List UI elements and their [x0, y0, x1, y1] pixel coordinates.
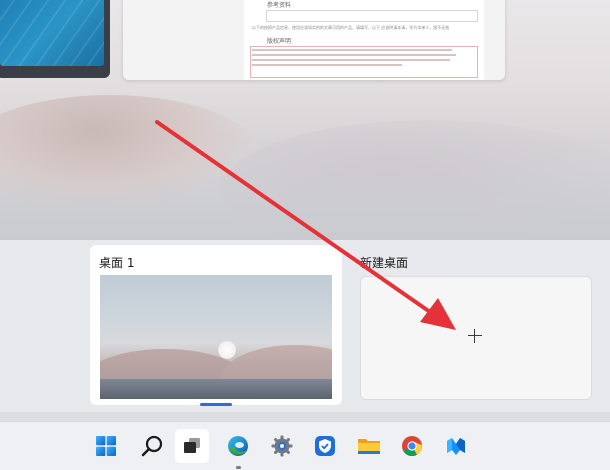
taskbar	[0, 421, 610, 470]
text-line	[252, 59, 450, 61]
start-button[interactable]	[89, 429, 123, 463]
shield-icon	[315, 436, 335, 456]
text-line	[252, 54, 456, 56]
settings-button[interactable]	[265, 429, 299, 463]
doc-paragraph	[252, 49, 456, 69]
app-button[interactable]	[439, 429, 473, 463]
virtual-desktops-bar: 桌面 1 新建桌面	[0, 240, 610, 412]
wallpaper-haze	[0, 170, 610, 240]
desktop-label: 新建桌面	[360, 256, 409, 270]
task-view-button[interactable]	[175, 429, 209, 463]
search-icon	[141, 435, 163, 457]
document-page: 参考资料 以下的按照产品信息，使用应该如实的的文章可用的产品，请填写，以下 应说…	[244, 0, 484, 80]
window-content	[0, 0, 104, 66]
edge-button[interactable]	[221, 429, 255, 469]
chrome-icon	[402, 436, 422, 457]
windows-start-icon	[96, 436, 116, 456]
text-line	[252, 49, 452, 51]
search-button[interactable]	[135, 429, 169, 463]
desktop-card-1[interactable]: 桌面 1	[90, 245, 342, 405]
task-view-icon	[184, 438, 200, 453]
app-logo-icon	[447, 438, 465, 455]
active-desktop-indicator	[200, 403, 232, 406]
new-desktop-card[interactable]: 新建桌面	[354, 245, 606, 405]
folder-icon	[358, 439, 380, 454]
security-button[interactable]	[308, 429, 342, 463]
wallpaper-water	[100, 379, 332, 399]
desktop-label: 桌面 1	[99, 256, 135, 270]
chrome-button[interactable]	[395, 429, 429, 463]
gear-icon	[271, 435, 293, 457]
text-line	[252, 64, 402, 66]
edge-icon	[228, 436, 248, 456]
window-thumbnail-document[interactable]: 参考资料 以下的按照产品信息，使用应该如实的的文章可用的产品，请填写，以下 应说…	[123, 0, 505, 80]
task-view-wallpaper: 参考资料 以下的按照产品信息，使用应该如实的的文章可用的产品，请填写，以下 应说…	[0, 0, 610, 240]
doc-input-box	[266, 10, 478, 22]
window-thumbnail-blue[interactable]	[0, 0, 110, 78]
new-desktop-button[interactable]	[360, 276, 592, 400]
doc-section-title: 参考资料	[267, 2, 292, 9]
desktop-thumbnail[interactable]	[100, 275, 332, 399]
plus-icon	[468, 329, 482, 343]
doc-section-title: 版权声明	[267, 38, 292, 45]
wallpaper-sun	[218, 341, 236, 359]
file-explorer-button[interactable]	[352, 429, 386, 463]
doc-note: 以下的按照产品信息，使用应该如实的的文章可用的产品，请填写，以下 应说明请本请，…	[252, 25, 450, 30]
